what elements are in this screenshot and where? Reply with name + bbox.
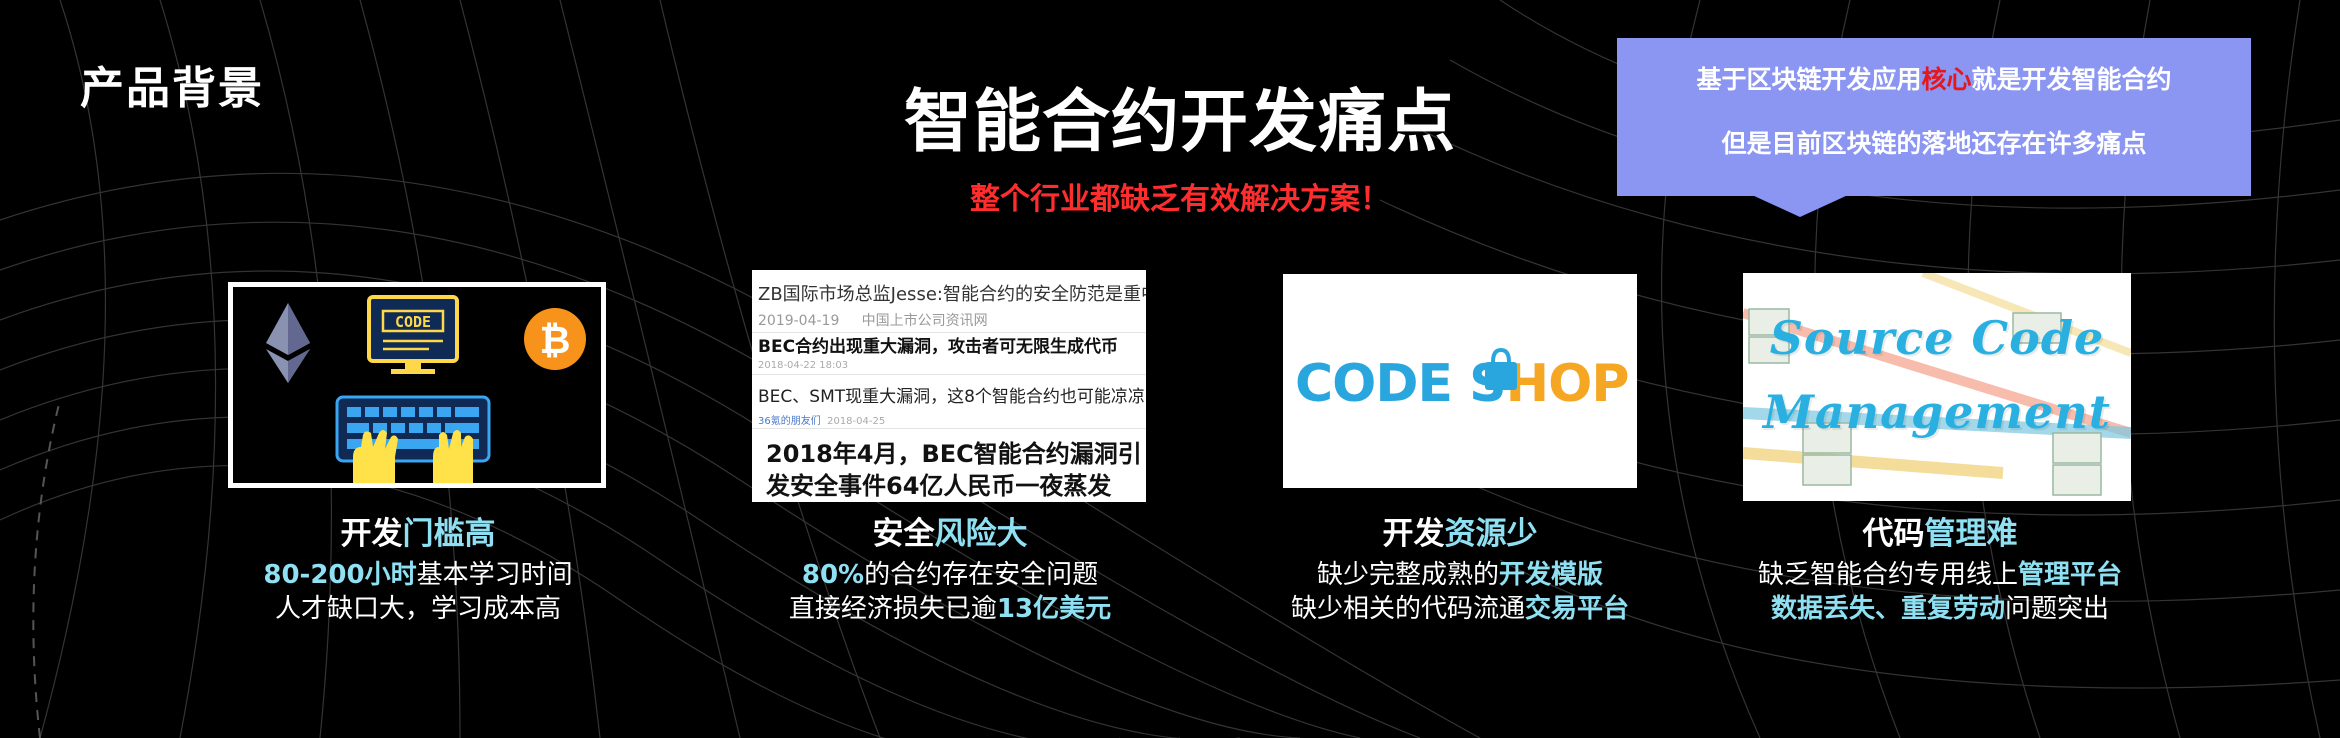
column-line-1: 80%的合约存在安全问题 [720,558,1180,592]
callout-line-2: 但是目前区块链的落地还存在许多痛点 [1721,129,2147,158]
column-title-highlight: 资源少 [1444,516,1538,552]
callout-highlight: 核心 [1921,65,1972,94]
column-title-plain: 开发 [1382,516,1445,552]
pain-point-column-1: 开发门槛高 80-200小时基本学习时间 人才缺口大，学习成本高 [188,510,648,626]
news-meta-3: 36氪的朋友们 2018-04-25 [758,412,885,427]
column-line-plain: 直接经济损失已逾 [788,594,997,624]
column-title-plain: 安全 [872,516,935,552]
callout-line-1-post: 就是开发智能合约 [1971,65,2172,94]
column-title-highlight: 风险大 [934,516,1028,552]
news-meta-1: 2019-04-19 中国上市公司资讯网 [758,310,988,330]
column-line-highlight: 管理平台 [2018,560,2123,590]
news-date-3: 2018-04-25 [827,416,886,427]
scm-title-line-1: Source Code [1769,311,2105,365]
column-title: 代码管理难 [1730,510,2150,558]
blockchain-illustration: ₿ CODE [266,295,586,483]
column-line-highlight: 数据丢失、重复劳动 [1770,594,2005,624]
callout-line-1-pre: 基于区块链开发应用 [1696,65,1922,94]
column-title-highlight: 管理难 [1924,516,2018,552]
pain-point-column-4: 代码管理难 缺乏智能合约专用线上管理平台 数据丢失、重复劳动问题突出 [1730,510,2150,626]
news-source-3: 36氪的朋友们 [758,416,821,427]
pain-point-column-2: 安全风险大 80%的合约存在安全问题 直接经济损失已逾13亿美元 [720,510,1180,626]
column-line-plain: 基本学习时间 [416,560,573,590]
news-big-text: 2018年4月，BEC智能合约漏洞引发安全事件64亿人民币一夜蒸发 [766,440,1142,500]
news-source-1: 中国上市公司资讯网 [861,313,988,329]
callout-tail [1752,195,1848,217]
ethereum-icon [266,303,310,383]
column-line-highlight: 开发模版 [1499,560,1604,590]
svg-text:₿: ₿ [540,318,571,362]
scm-title-line-2: Management [1762,385,2112,439]
code-monitor-icon: CODE [367,295,459,374]
column-line-plain: 人才缺口大，学习成本高 [274,594,561,624]
column-line-highlight: 交易平台 [1525,594,1630,624]
pain-point-column-3: 开发资源少 缺少完整成熟的开发模版 缺少相关的代码流通交易平台 [1230,510,1690,626]
column-title: 安全风险大 [720,510,1180,558]
column-line-1: 80-200小时基本学习时间 [188,558,648,592]
news-item-1: BEC合约出现重大漏洞，攻击者可无限生成代币 [758,337,1119,357]
column-title-plain: 开发 [340,516,403,552]
code-label: CODE [395,313,431,331]
shopping-bag-icon [1485,347,1517,390]
section-label: 产品背景 [80,63,264,114]
codeshop-logo-text: CODE SHOP [1295,354,1630,414]
codeshop-code-text: CODE [1295,354,1453,414]
callout-line-1: 基于区块链开发应用核心就是开发智能合约 [1617,60,2251,96]
column-line-2: 缺少相关的代码流通交易平台 [1230,592,1690,626]
column-line-plain: 缺少完整成熟的 [1316,560,1499,590]
column-title-highlight: 门槛高 [402,516,496,552]
blockchain-illustration-card: ₿ CODE [228,282,606,488]
codeshop-hop-text: HOP [1505,354,1630,414]
column-line-highlight: 13亿美元 [996,594,1112,624]
news-divider [752,374,1146,375]
column-line-plain: 的合约存在安全问题 [864,560,1099,590]
news-screenshot-card: ZB国际市场总监Jesse:智能合约的安全防范是重中之重 2019-04-19 … [752,270,1146,502]
column-line-highlight: 80% [801,560,865,590]
column-line-2: 数据丢失、重复劳动问题突出 [1730,592,2150,626]
column-title: 开发资源少 [1230,510,1690,558]
codeshop-logo-card: CODE SHOP [1283,274,1637,488]
column-line-2: 人才缺口大，学习成本高 [188,592,648,626]
column-line-highlight: 80-200小时 [263,560,417,590]
bitcoin-icon: ₿ [524,308,586,370]
news-item-2: BEC、SMT现重大漏洞，这8个智能合约也可能凉凉 [758,387,1145,407]
news-date-1: 2019-04-19 [758,313,840,329]
column-line-1: 缺少完整成熟的开发模版 [1230,558,1690,592]
column-title: 开发门槛高 [188,510,648,558]
callout-box: 基于区块链开发应用核心就是开发智能合约 但是目前区块链的落地还存在许多痛点 [1617,38,2251,196]
column-line-1: 缺乏智能合约专用线上管理平台 [1730,558,2150,592]
column-title-plain: 代码 [1862,516,1925,552]
column-line-plain: 问题突出 [2005,594,2110,624]
news-date-2: 2018-04-22 18:03 [758,360,849,371]
column-line-plain: 缺少相关的代码流通 [1290,594,1525,624]
column-line-2: 直接经济损失已逾13亿美元 [720,592,1180,626]
page-subtitle: 整个行业都缺乏有效解决方案！ [970,182,1390,217]
column-line-plain: 缺乏智能合约专用线上 [1757,560,2018,590]
news-headline: ZB国际市场总监Jesse:智能合约的安全防范是重中之重 [758,284,1146,305]
news-divider [752,428,1146,429]
source-code-management-card: Source Code Management [1743,273,2131,501]
page-title: 智能合约开发痛点 [903,83,1456,162]
